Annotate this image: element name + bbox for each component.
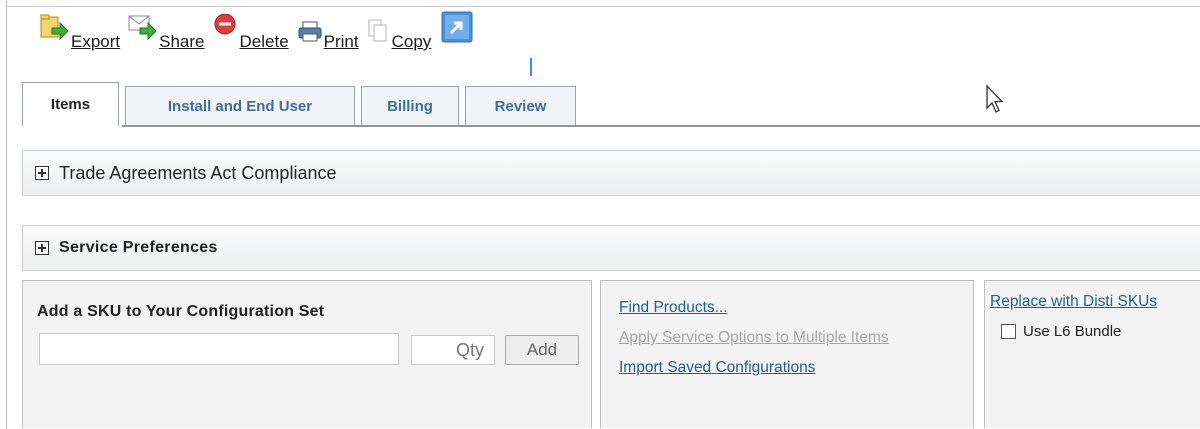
use-l6-bundle-checkbox[interactable] bbox=[1001, 324, 1016, 339]
disti-panel: Replace with Disti SKUs Use L6 Bundle bbox=[984, 280, 1200, 428]
share-icon bbox=[128, 14, 158, 42]
expand-plus-icon bbox=[35, 241, 49, 255]
tab-install-and-end-user[interactable]: Install and End User bbox=[125, 86, 355, 126]
export-button[interactable]: Export bbox=[40, 14, 120, 52]
service-preferences-section[interactable]: Service Preferences bbox=[22, 225, 1200, 271]
page-frame-top bbox=[6, 6, 1200, 7]
expand-button[interactable] bbox=[441, 11, 473, 43]
action-toolbar: Export Share Delete Print Copy bbox=[40, 11, 473, 58]
add-sku-panel: Add a SKU to Your Configuration Set Add bbox=[22, 280, 592, 428]
copy-icon bbox=[367, 14, 391, 44]
tab-items-label: Items bbox=[50, 96, 91, 113]
share-label: Share bbox=[159, 32, 205, 51]
use-l6-bundle-label: Use L6 Bundle bbox=[1023, 323, 1122, 340]
qty-input[interactable] bbox=[411, 335, 495, 365]
copy-button[interactable]: Copy bbox=[367, 14, 432, 52]
print-icon bbox=[297, 14, 323, 44]
tab-install-label: Install and End User bbox=[167, 98, 313, 115]
tab-items[interactable]: Items bbox=[22, 82, 119, 126]
tab-underline bbox=[122, 125, 1200, 127]
replace-disti-skus-link[interactable]: Replace with Disti SKUs bbox=[990, 293, 1157, 311]
expand-icon bbox=[441, 11, 473, 47]
tab-review[interactable]: Review bbox=[465, 86, 576, 126]
delete-button[interactable]: Delete bbox=[213, 14, 289, 52]
import-saved-configurations-link[interactable]: Import Saved Configurations bbox=[619, 359, 815, 377]
tab-bar: Items Install and End User Billing Revie… bbox=[22, 82, 582, 126]
page-frame-left bbox=[6, 0, 7, 429]
service-preferences-title: Service Preferences bbox=[59, 239, 218, 256]
print-label: Print bbox=[323, 32, 359, 51]
find-products-link[interactable]: Find Products... bbox=[619, 299, 728, 317]
copy-label: Copy bbox=[391, 32, 432, 51]
product-links-panel: Find Products... Apply Service Options t… bbox=[600, 280, 974, 428]
trade-agreements-section[interactable]: Trade Agreements Act Compliance bbox=[22, 150, 1200, 196]
apply-service-options-link: Apply Service Options to Multiple Items bbox=[619, 329, 889, 346]
sku-input[interactable] bbox=[39, 333, 399, 365]
delete-label: Delete bbox=[239, 32, 289, 51]
mouse-pointer-icon bbox=[985, 84, 1005, 119]
add-sku-title: Add a SKU to Your Configuration Set bbox=[37, 303, 325, 320]
export-label: Export bbox=[71, 32, 121, 51]
expand-plus-icon bbox=[35, 166, 49, 180]
tab-review-label: Review bbox=[494, 98, 547, 115]
tab-billing[interactable]: Billing bbox=[361, 86, 459, 126]
text-cursor bbox=[530, 58, 532, 76]
use-l6-bundle-row: Use L6 Bundle bbox=[1001, 323, 1121, 340]
delete-icon bbox=[213, 14, 239, 42]
tab-billing-label: Billing bbox=[387, 98, 433, 115]
trade-agreements-title: Trade Agreements Act Compliance bbox=[59, 162, 337, 183]
export-icon bbox=[40, 14, 70, 42]
share-button[interactable]: Share bbox=[128, 14, 205, 52]
add-button[interactable]: Add bbox=[505, 335, 579, 365]
print-button[interactable]: Print bbox=[297, 14, 359, 52]
